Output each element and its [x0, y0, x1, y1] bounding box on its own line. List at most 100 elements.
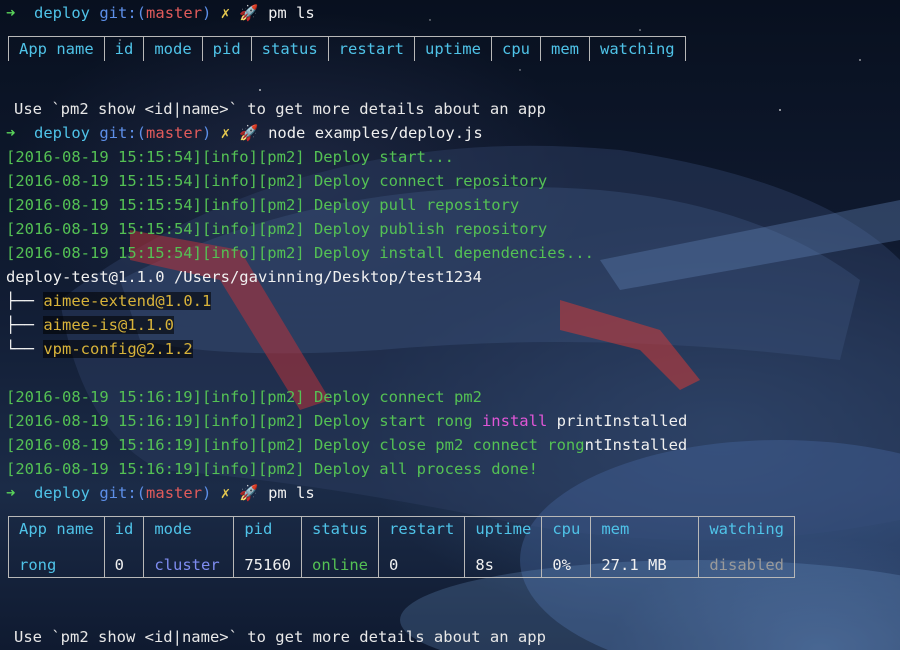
pm2-hint-1: Use `pm2 show <id|name>` to get more det… [14, 100, 546, 118]
prompt-git-label: git:( [99, 4, 147, 22]
prompt-branch: master [146, 484, 203, 502]
col-restart: restart [377, 516, 465, 541]
log-message: Deploy start rong [313, 412, 473, 430]
col-pid: pid [233, 516, 302, 541]
log-message: Deploy install dependencies... [313, 244, 594, 262]
prompt-branch: master [146, 124, 203, 142]
pm2-hint-2: Use `pm2 show <id|name>` to get more det… [14, 628, 546, 646]
dirty-flag-icon: ✗ [220, 124, 231, 142]
col-mem: mem [590, 516, 699, 541]
cell-watching: disabled [698, 553, 795, 578]
prompt-directory: deploy [34, 484, 91, 502]
col-id: id [103, 516, 144, 541]
table-separator [8, 541, 795, 553]
rocket-icon: 🚀 [239, 124, 259, 142]
log-message: Deploy start... [313, 148, 454, 166]
dependency-name: aimee-extend@1.0.1 [43, 292, 212, 310]
prompt-directory: deploy [34, 4, 91, 22]
cell-status: online [301, 553, 379, 578]
log-line: [2016-08-19 15:15:54][info][pm2] Deploy … [6, 193, 519, 217]
prompt-line-2: ➜ deploy git:(master) ✗ 🚀 node examples/… [6, 121, 483, 145]
cell-pid: 75160 [233, 553, 302, 578]
prompt-git-label: git:( [99, 484, 147, 502]
prompt-arrow-icon: ➜ [6, 484, 16, 502]
table-row: rong 0 cluster 75160 online 0 8s 0% 27.1… [8, 553, 795, 578]
log-prefix: [2016-08-19 15:15:54][info][pm2] [6, 172, 305, 190]
command-text: node examples/deploy.js [268, 124, 483, 142]
log-line: [2016-08-19 15:16:19][info][pm2] Deploy … [6, 385, 482, 409]
prompt-line-3: ➜ deploy git:(master) ✗ 🚀 pm ls [6, 481, 315, 505]
col-pid: pid [201, 36, 252, 61]
dependency-line: ├── aimee-is@1.1.0 [6, 313, 174, 337]
dependency-name: aimee-is@1.1.0 [43, 316, 174, 334]
prompt-git-close: ) [202, 124, 212, 142]
table-header-row: App name id mode pid status restart upti… [8, 516, 795, 541]
log-prefix: [2016-08-19 15:15:54][info][pm2] [6, 196, 305, 214]
log-line: [2016-08-19 15:16:19][info][pm2] Deploy … [6, 409, 687, 433]
dependency-name: vpm-config@2.1.2 [43, 340, 193, 358]
prompt-arrow-icon: ➜ [6, 4, 16, 22]
cell-cpu: 0% [541, 553, 591, 578]
log-line: [2016-08-19 15:15:54][info][pm2] Deploy … [6, 169, 547, 193]
log-prefix: [2016-08-19 15:16:19][info][pm2] [6, 388, 305, 406]
package-line: deploy-test@1.1.0 /Users/gavinning/Deskt… [6, 268, 482, 286]
dependency-line: ├── aimee-extend@1.0.1 [6, 289, 212, 313]
col-uptime: uptime [464, 516, 542, 541]
log-line: [2016-08-19 15:15:54][info][pm2] Deploy … [6, 241, 594, 265]
cell-restart: 0 [377, 553, 465, 578]
log-keyword: install [481, 412, 548, 430]
prompt-arrow-icon: ➜ [6, 124, 16, 142]
cell-uptime: 8s [464, 553, 542, 578]
cell-mode: cluster [143, 553, 234, 578]
dirty-flag-icon: ✗ [220, 484, 231, 502]
dirty-flag-icon: ✗ [220, 4, 231, 22]
col-mem: mem [539, 36, 590, 61]
log-message: Deploy close pm2 connect rong [313, 436, 585, 454]
col-app-name: App name [8, 516, 105, 541]
col-app-name: App name [8, 36, 105, 61]
col-cpu: cpu [490, 36, 541, 61]
col-uptime: uptime [413, 36, 492, 61]
log-prefix: [2016-08-19 15:16:19][info][pm2] [6, 460, 305, 478]
prompt-git-close: ) [202, 484, 212, 502]
table-header-row: App name id mode pid status restart upti… [8, 36, 686, 61]
log-overwrite-text: ntInstalled [584, 436, 688, 454]
col-status: status [250, 36, 329, 61]
log-line: [2016-08-19 15:15:54][info][pm2] Deploy … [6, 217, 547, 241]
tree-branch-icon: └── [6, 340, 34, 358]
log-prefix: [2016-08-19 15:15:54][info][pm2] [6, 220, 305, 238]
col-status: status [301, 516, 379, 541]
command-text: pm ls [268, 484, 315, 502]
log-prefix: [2016-08-19 15:15:54][info][pm2] [6, 244, 305, 262]
col-cpu: cpu [541, 516, 591, 541]
log-message: Deploy all process done! [313, 460, 538, 478]
cell-id: 0 [103, 553, 144, 578]
pm2-process-table-empty: App name id mode pid status restart upti… [8, 36, 686, 61]
prompt-branch: master [146, 4, 203, 22]
prompt-line-1: ➜ deploy git:(master) ✗ 🚀 pm ls [6, 1, 315, 25]
tree-branch-icon: ├── [6, 316, 34, 334]
log-line: [2016-08-19 15:16:19][info][pm2] Deploy … [6, 433, 687, 457]
log-prefix: [2016-08-19 15:15:54][info][pm2] [6, 148, 305, 166]
pm2-process-table: App name id mode pid status restart upti… [8, 516, 795, 578]
dependency-line: └── vpm-config@2.1.2 [6, 337, 193, 361]
col-watching: watching [698, 516, 795, 541]
log-prefix: [2016-08-19 15:16:19][info][pm2] [6, 412, 305, 430]
col-mode: mode [143, 36, 203, 61]
rocket-icon: 🚀 [239, 4, 259, 22]
log-line: [2016-08-19 15:16:19][info][pm2] Deploy … [6, 457, 538, 481]
log-message: Deploy pull repository [313, 196, 520, 214]
log-message: Deploy connect repository [313, 172, 548, 190]
log-message: Deploy connect pm2 [313, 388, 482, 406]
cell-mem: 27.1 MB [590, 553, 699, 578]
log-overwrite-text: printInstalled [556, 412, 688, 430]
prompt-git-label: git:( [99, 124, 147, 142]
col-mode: mode [143, 516, 234, 541]
rocket-icon: 🚀 [239, 484, 259, 502]
col-watching: watching [588, 36, 686, 61]
prompt-directory: deploy [34, 124, 91, 142]
log-line: [2016-08-19 15:15:54][info][pm2] Deploy … [6, 145, 454, 169]
cell-app-name: rong [8, 553, 105, 578]
command-text: pm ls [268, 4, 315, 22]
prompt-git-close: ) [202, 4, 212, 22]
